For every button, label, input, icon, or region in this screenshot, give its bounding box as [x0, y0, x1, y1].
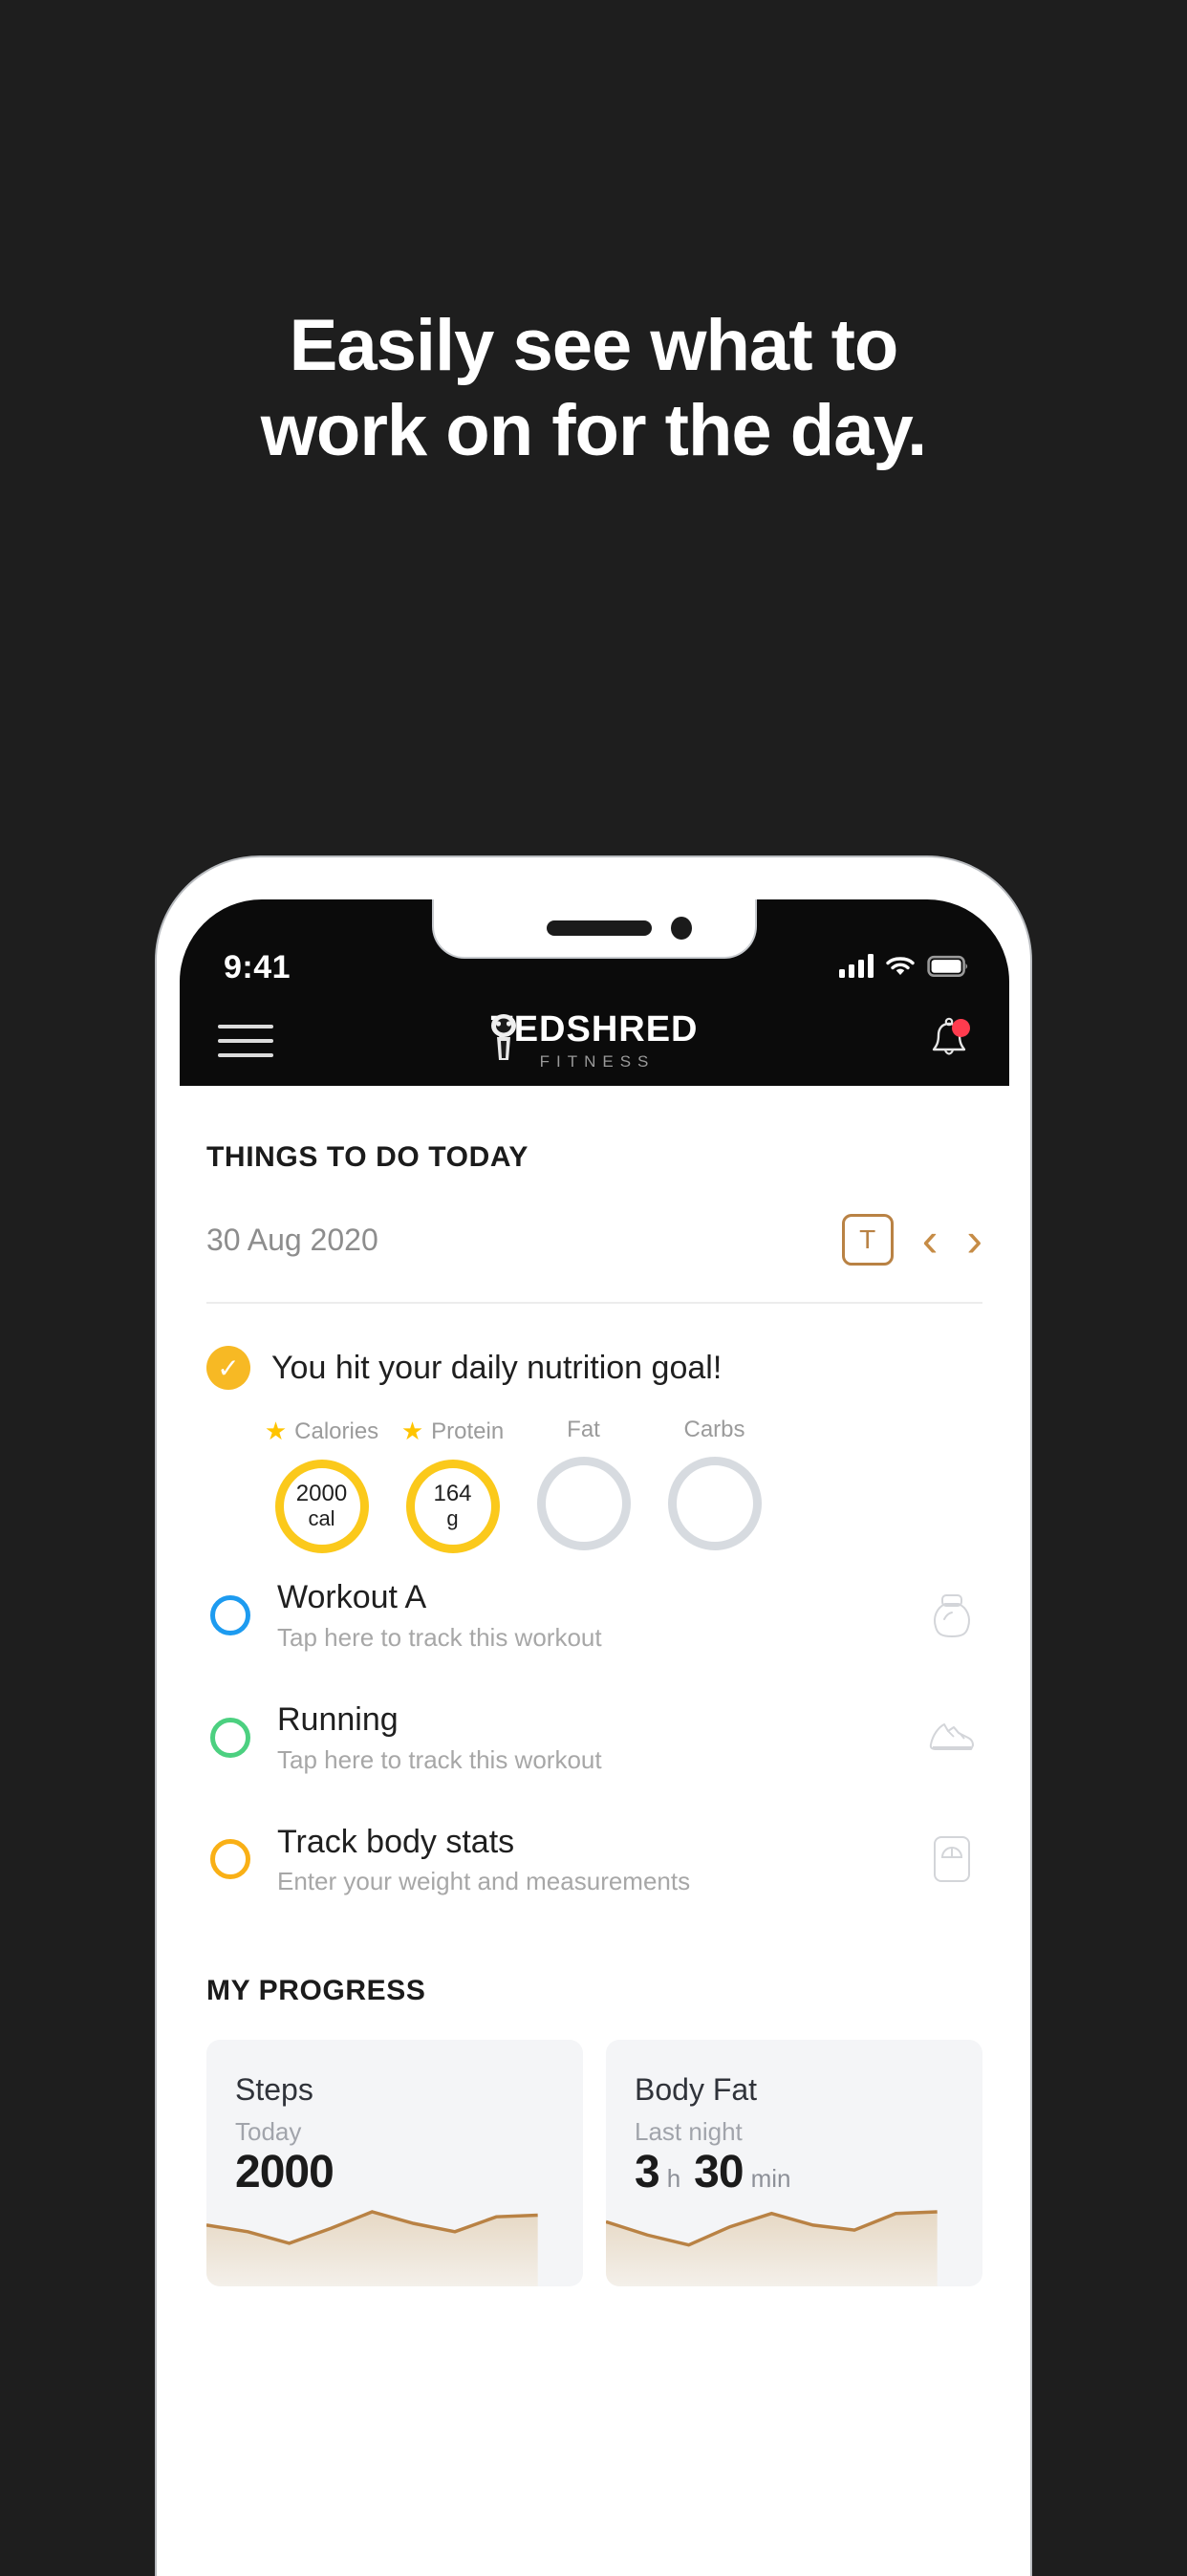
task-title: Running [277, 1700, 399, 1738]
checkmark-icon: ✓ [206, 1346, 250, 1390]
macro-value: 164 [433, 1481, 472, 1507]
cellular-signal-icon [839, 953, 874, 978]
phone-mockup: 9:41 TEDSHRED FITNESS THINGS TO DO TODAY… [155, 855, 1032, 2576]
nutrition-goal-row[interactable]: ✓ You hit your daily nutrition goal! [206, 1346, 982, 1390]
weight-scale-icon [934, 1836, 970, 1883]
task-row[interactable]: Running Tap here to track this workout [206, 1676, 982, 1798]
macro-value: 2000 [295, 1481, 348, 1507]
macro-carbs[interactable]: Carbs [649, 1417, 780, 1553]
star-icon: ★ [264, 1417, 288, 1445]
nutrition-goal-message: You hit your daily nutrition goal! [271, 1349, 723, 1386]
macro-label: Carbs [683, 1417, 745, 1442]
promo-headline-line-1: Easily see what to [289, 305, 899, 386]
battery-full-icon [927, 955, 968, 978]
status-bar-icons [839, 953, 969, 978]
running-shoe-icon [929, 1722, 974, 1750]
task-status-ring[interactable] [210, 1594, 250, 1635]
task-status-ring[interactable] [210, 1839, 250, 1880]
promo-headline-line-2: work on for the day. [260, 389, 927, 471]
task-subtitle: Enter your weight and measurements [277, 1867, 691, 1896]
macro-fat[interactable]: Fat [518, 1417, 649, 1553]
notifications-button[interactable] [916, 1016, 971, 1066]
macro-label: Fat [567, 1417, 600, 1442]
macro-unit: cal [308, 1506, 335, 1531]
task-title: Track body stats [277, 1823, 515, 1860]
wifi-icon [886, 957, 915, 975]
things-to-do-title: THINGS TO DO TODAY [206, 1141, 529, 1173]
card-title: Steps [235, 2072, 313, 2108]
card-period: Last night [635, 2117, 743, 2147]
steps-sparkline-chart [206, 2210, 538, 2287]
notification-badge [952, 1018, 970, 1037]
card-period: Today [235, 2117, 302, 2147]
progress-card-body-fat[interactable]: Body Fat Last night 3 h 30 min [606, 2040, 982, 2287]
kettlebell-icon [934, 1593, 970, 1637]
mascot-logo-icon [491, 1014, 517, 1060]
macro-rings: ★ Calories 2000 cal ★ Protein 164 g Fat … [206, 1417, 982, 1553]
card-title: Body Fat [635, 2072, 758, 2108]
date-navigation-row: 30 Aug 2020 T ‹ › [206, 1214, 982, 1266]
app-header: TEDSHRED FITNESS [180, 995, 1009, 1086]
dashboard-content: THINGS TO DO TODAY 30 Aug 2020 T ‹ › ✓ Y… [180, 1086, 1009, 2576]
chevron-left-icon[interactable]: ‹ [922, 1216, 939, 1264]
body-fat-sparkline-chart [606, 2210, 938, 2287]
macro-label: Protein [431, 1418, 505, 1444]
task-status-ring[interactable] [210, 1717, 250, 1758]
macro-ring [536, 1457, 631, 1550]
macro-ring: 164 g [405, 1460, 500, 1553]
brand-logo: TEDSHRED FITNESS [490, 1011, 698, 1070]
macro-ring: 2000 cal [274, 1460, 369, 1553]
task-row[interactable]: Workout A Tap here to track this workout [206, 1553, 982, 1676]
phone-screen: 9:41 TEDSHRED FITNESS THINGS TO DO TODAY… [180, 899, 1009, 2576]
my-progress-title: MY PROGRESS [206, 1975, 426, 2007]
macro-unit: g [446, 1506, 459, 1531]
progress-card-steps[interactable]: Steps Today 2000 [206, 2040, 583, 2287]
macro-label: Calories [294, 1418, 379, 1444]
date-divider [206, 1302, 982, 1304]
status-bar-time: 9:41 [224, 949, 291, 985]
task-subtitle: Tap here to track this workout [277, 1744, 602, 1774]
task-subtitle: Tap here to track this workout [277, 1622, 602, 1652]
task-row[interactable]: Track body stats Enter your weight and m… [206, 1798, 982, 1920]
hamburger-menu-icon[interactable] [218, 1024, 273, 1057]
promo-headline: Easily see what to work on for the day. [0, 304, 1187, 474]
front-camera-icon [671, 917, 692, 940]
status-bar: 9:41 [180, 949, 1009, 999]
chevron-right-icon[interactable]: › [966, 1216, 982, 1264]
today-button[interactable]: T [841, 1214, 894, 1266]
earpiece-speaker [547, 920, 652, 936]
selected-date: 30 Aug 2020 [206, 1222, 378, 1257]
macro-ring [667, 1457, 762, 1550]
task-title: Workout A [277, 1579, 427, 1615]
date-controls: T ‹ › [841, 1214, 982, 1266]
macro-calories[interactable]: ★ Calories 2000 cal [256, 1417, 387, 1553]
star-icon: ★ [400, 1417, 424, 1445]
progress-cards: Steps Today 2000 Body Fat Last night 3 h… [206, 2040, 982, 2287]
macro-protein[interactable]: ★ Protein 164 g [387, 1417, 518, 1553]
